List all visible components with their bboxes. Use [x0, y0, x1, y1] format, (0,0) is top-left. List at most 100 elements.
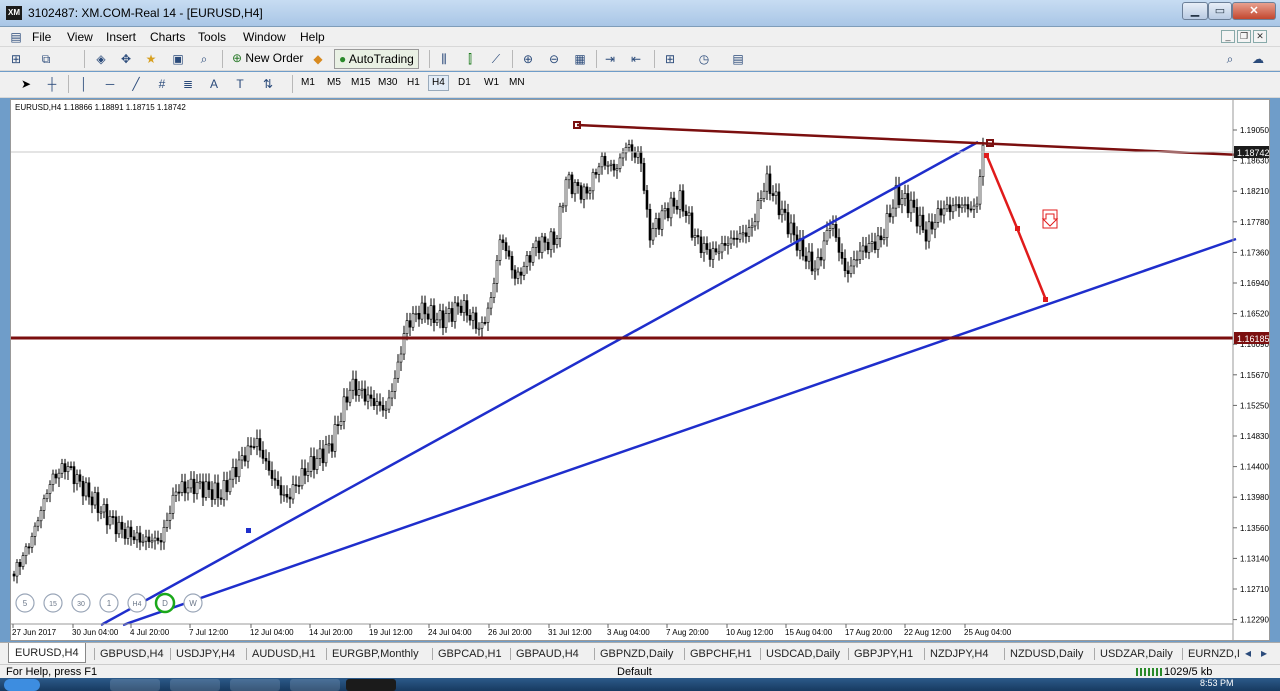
chart-tab[interactable]: NZDJPY,H4 — [928, 646, 990, 663]
navigator-icon[interactable]: ✥ — [118, 51, 134, 67]
chat-icon[interactable]: ☁ — [1250, 51, 1266, 67]
bar-chart-icon[interactable]: ⫼ — [436, 51, 452, 67]
templates-icon[interactable]: ▤ — [730, 51, 746, 67]
chart-tab[interactable]: AUDUSD,H1 — [250, 646, 318, 663]
minimize-button[interactable]: ▁ — [1182, 2, 1208, 20]
line-chart-icon[interactable]: ⟋ — [488, 51, 504, 67]
zoom-in-icon[interactable]: ⊕ — [520, 51, 536, 67]
timeframe-d1[interactable]: D1 — [458, 77, 471, 88]
chart-tab[interactable]: GBPCAD,H1 — [436, 646, 504, 663]
crosshair-icon[interactable]: ┼ — [44, 76, 60, 92]
timeframe-h1[interactable]: H1 — [407, 77, 420, 88]
close-button[interactable]: ✕ — [1232, 2, 1276, 20]
channel-icon[interactable]: # — [154, 76, 170, 92]
chart-tab[interactable]: NZDUSD,Daily — [1008, 646, 1085, 663]
menu-file[interactable]: File — [32, 30, 51, 44]
market-watch-icon[interactable]: ◈ — [93, 51, 109, 67]
chart-tab[interactable]: GBPCHF,H1 — [688, 646, 754, 663]
vertical-line-icon[interactable]: │ — [76, 76, 92, 92]
trendline-anchor[interactable] — [246, 528, 251, 533]
new-order-button[interactable]: ⊕ New Order — [228, 49, 307, 69]
projection-node[interactable] — [1015, 226, 1020, 231]
horizontal-line-icon[interactable]: ─ — [102, 76, 118, 92]
chart-tab[interactable]: EURNZD,I — [1186, 646, 1242, 663]
date-tick-label: 19 Jul 12:00 — [369, 628, 413, 637]
chart-tab[interactable]: USDJPY,H4 — [174, 646, 237, 663]
timeframe-m15[interactable]: M15 — [351, 77, 370, 88]
timeframe-h4[interactable]: H4 — [428, 75, 449, 91]
mdi-restore-button[interactable]: ❐ — [1237, 30, 1251, 43]
indicators-icon[interactable]: ⊞ — [662, 51, 678, 67]
tab-scroll-left-icon[interactable]: ◂ — [1240, 645, 1256, 661]
text-label-icon[interactable]: T — [232, 76, 248, 92]
candle-body — [474, 312, 478, 329]
menu-help[interactable]: Help — [300, 30, 325, 44]
firefox-task-icon[interactable] — [170, 679, 220, 691]
start-button-icon[interactable] — [4, 679, 40, 691]
resistance-trendline[interactable] — [576, 123, 1242, 157]
autoscroll-icon[interactable]: ⇥ — [602, 51, 618, 67]
chart-tab[interactable]: GBPUSD,H4 — [98, 646, 166, 663]
timeframe-mn[interactable]: MN — [509, 77, 525, 88]
candle-body — [147, 536, 151, 543]
chart-tab[interactable]: USDCAD,Daily — [764, 646, 842, 663]
candle-body — [270, 470, 274, 479]
menu-tools[interactable]: Tools — [198, 30, 226, 44]
candle-body — [132, 536, 136, 541]
tile-windows-icon[interactable]: ▦ — [572, 51, 588, 67]
candle-body — [201, 481, 205, 498]
folder-star-icon[interactable]: ★ — [143, 51, 159, 67]
fibonacci-icon[interactable]: ≣ — [180, 76, 196, 92]
zoom-out-icon[interactable]: ⊖ — [546, 51, 562, 67]
chart-tab[interactable]: EURGBP,Monthly — [330, 646, 421, 663]
chart-window[interactable]: EURUSD,H4 1.18866 1.18891 1.18715 1.1874… — [10, 99, 1270, 641]
explorer-task-icon[interactable] — [110, 679, 160, 691]
candle-body — [144, 536, 148, 542]
chart-shift-icon[interactable]: ⇤ — [628, 51, 644, 67]
text-icon[interactable]: A — [206, 76, 222, 92]
app-task-icon[interactable] — [290, 679, 340, 691]
price-chart[interactable]: 1.190501.186301.182101.177801.173601.169… — [11, 100, 1269, 640]
search-icon[interactable]: ⌕ — [1222, 51, 1238, 67]
metaeditor-icon[interactable]: ◆ — [310, 51, 326, 67]
lower-trendline[interactable] — [122, 237, 1237, 627]
mdi-close-button[interactable]: ✕ — [1253, 30, 1267, 43]
chart-tab[interactable]: GBPJPY,H1 — [852, 646, 915, 663]
profiles-icon[interactable]: ⧉ — [38, 51, 54, 67]
chart-tab[interactable]: USDZAR,Daily — [1098, 646, 1175, 663]
tab-scroll-right-icon[interactable]: ▸ — [1256, 645, 1272, 661]
mdi-minimize-button[interactable]: _ — [1221, 30, 1235, 43]
candle-body — [681, 190, 685, 212]
periods-clock-icon[interactable]: ◷ — [696, 51, 712, 67]
arrows-icon[interactable]: ⇅ — [260, 76, 276, 92]
metatrader-task-icon[interactable] — [346, 679, 396, 691]
candlestick-icon[interactable]: ⫿ — [462, 51, 478, 67]
chart-tab[interactable]: EURUSD,H4 — [8, 643, 86, 663]
timeframe-m5[interactable]: M5 — [327, 77, 341, 88]
cursor-icon[interactable]: ➤ — [18, 76, 34, 92]
price-tick-label: 1.12710 — [1240, 585, 1269, 594]
timeframe-m30[interactable]: M30 — [378, 77, 397, 88]
arrow-down-marker-icon[interactable] — [1041, 209, 1059, 229]
projection-node[interactable] — [984, 153, 989, 158]
menu-view[interactable]: View — [67, 30, 93, 44]
timeframe-w1[interactable]: W1 — [484, 77, 499, 88]
terminal-icon[interactable]: ▣ — [170, 51, 186, 67]
projection-node[interactable] — [1043, 297, 1048, 302]
autotrading-button[interactable]: ● AutoTrading — [334, 49, 419, 69]
chrome-task-icon[interactable] — [230, 679, 280, 691]
trendline-icon[interactable]: ╱ — [128, 76, 144, 92]
menu-charts[interactable]: Charts — [150, 30, 185, 44]
new-chart-icon[interactable]: ⊞ — [8, 51, 24, 67]
strategy-tester-icon[interactable]: ⌕ — [196, 51, 212, 67]
candle-body — [570, 174, 574, 195]
chart-tab[interactable]: GBPNZD,Daily — [598, 646, 675, 663]
menu-window[interactable]: Window — [243, 30, 286, 44]
maximize-button[interactable]: ▭ — [1208, 2, 1232, 20]
chart-tab[interactable]: GBPAUD,H4 — [514, 646, 581, 663]
menu-insert[interactable]: Insert — [106, 30, 136, 44]
candle-body — [441, 310, 445, 329]
upper-trendline[interactable] — [100, 140, 979, 627]
timeframe-m1[interactable]: M1 — [301, 77, 315, 88]
candle-body — [669, 197, 673, 219]
